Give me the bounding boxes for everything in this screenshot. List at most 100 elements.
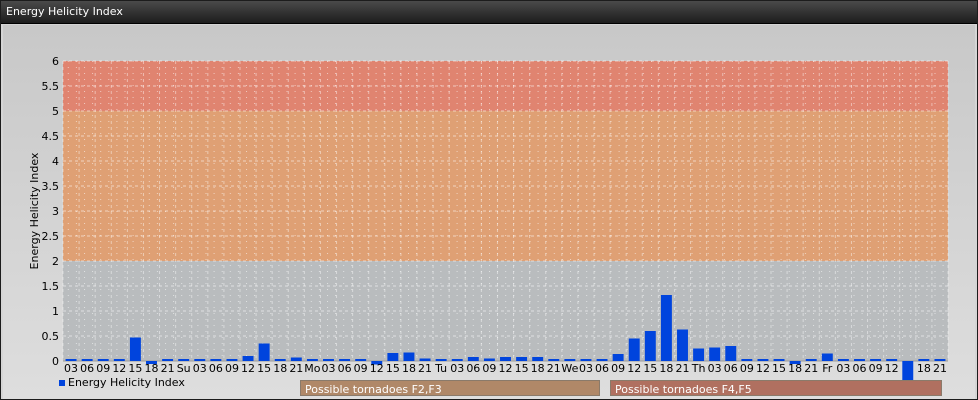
band-f4-f5-label: Possible tornadoes F4,F5 <box>615 383 752 396</box>
band-f4-f5: Possible tornadoes F4,F5 <box>610 380 942 396</box>
bar-6 <box>162 359 174 361</box>
bar-37 <box>660 295 672 361</box>
window-title: Energy Helicity Index <box>6 5 123 18</box>
x-tick-44: 15 <box>772 362 786 375</box>
bar-27 <box>500 357 511 361</box>
bar-25 <box>467 357 479 361</box>
x-tick-32: 03 <box>579 362 593 375</box>
x-tick-49: 06 <box>853 362 867 375</box>
legend[interactable]: Energy Helicity Index <box>59 376 185 389</box>
ehi-chart: 00.511.522.533.544.555.56 03 06 09 12 15 18 21… <box>28 55 949 384</box>
x-tick-0: 03 <box>64 362 78 375</box>
title-bar: Energy Helicity Index <box>1 1 977 24</box>
x-tick-48: 03 <box>836 362 850 375</box>
x-tick-33: 06 <box>595 362 609 375</box>
bar-7 <box>178 359 190 361</box>
bar-21 <box>403 352 415 361</box>
x-tick-17: 06 <box>338 362 352 375</box>
bar-54 <box>934 359 946 361</box>
bar-32 <box>580 359 592 361</box>
bar-4 <box>129 337 141 361</box>
y-tick-4: 2 <box>52 255 59 268</box>
bar-39 <box>693 348 705 361</box>
x-tick-26: 09 <box>482 362 496 375</box>
y-axis-label: Energy Helicity Index <box>28 152 41 269</box>
bar-10 <box>226 359 238 361</box>
bar-3 <box>113 359 125 361</box>
bar-41 <box>725 346 737 361</box>
y-tick-12: 6 <box>52 55 59 68</box>
bar-18 <box>355 359 367 361</box>
bar-26 <box>483 358 495 361</box>
x-tick-21: 18 <box>402 362 416 375</box>
bar-8 <box>194 359 206 361</box>
x-tick-35: 12 <box>627 362 641 375</box>
x-tick-28: 15 <box>515 362 529 375</box>
x-tick-34: 09 <box>611 362 625 375</box>
x-tick-53: 18 <box>917 362 931 375</box>
x-tick-29: 18 <box>531 362 545 375</box>
x-tick-4: 15 <box>128 362 142 375</box>
bar-23 <box>435 359 447 361</box>
x-tick-20: 15 <box>386 362 400 375</box>
x-tick-25: 06 <box>466 362 480 375</box>
x-tick-39: Th <box>691 362 706 375</box>
bar-9 <box>210 359 222 361</box>
y-tick-5: 2.5 <box>42 230 60 243</box>
bar-20 <box>387 353 399 361</box>
band-f2-f3: Possible tornadoes F2,F3 <box>300 380 600 396</box>
x-tick-2: 09 <box>96 362 110 375</box>
band-f2-f3-label: Possible tornadoes F2,F3 <box>305 383 442 396</box>
x-tick-6: 21 <box>161 362 175 375</box>
bar-43 <box>757 359 769 361</box>
x-tick-31: We <box>561 362 578 375</box>
bar-36 <box>644 331 656 361</box>
bar-38 <box>677 329 688 361</box>
y-tick-10: 5 <box>52 105 59 118</box>
x-tick-51: 12 <box>885 362 899 375</box>
x-tick-14: 21 <box>289 362 303 375</box>
y-tick-1: 0.5 <box>42 330 60 343</box>
y-tick-11: 5.5 <box>42 80 60 93</box>
bar-1 <box>81 359 93 361</box>
bar-49 <box>854 359 865 361</box>
y-tick-9: 4.5 <box>42 130 60 143</box>
bar-51 <box>886 359 898 361</box>
x-tick-22: 21 <box>418 362 432 375</box>
bar-0 <box>65 359 77 361</box>
bar-50 <box>870 359 882 361</box>
y-tick-7: 3.5 <box>42 180 60 193</box>
y-tick-2: 1 <box>52 305 59 318</box>
bar-48 <box>837 359 849 361</box>
legend-label: Energy Helicity Index <box>68 376 185 389</box>
x-tick-19: 12 <box>370 362 384 375</box>
bar-42 <box>741 359 753 361</box>
x-tick-30: 21 <box>547 362 561 375</box>
x-tick-12: 15 <box>257 362 271 375</box>
bar-11 <box>242 356 254 361</box>
bar-34 <box>612 354 624 361</box>
bar-28 <box>516 357 528 361</box>
x-tick-54: 21 <box>933 362 947 375</box>
bar-15 <box>306 359 318 361</box>
x-tick-15: Mo <box>304 362 320 375</box>
x-tick-47: Fr <box>822 362 833 375</box>
x-tick-11: 12 <box>241 362 255 375</box>
x-tick-38: 21 <box>676 362 690 375</box>
bar-30 <box>548 359 560 361</box>
x-tick-42: 09 <box>740 362 754 375</box>
bar-13 <box>274 359 286 361</box>
x-tick-13: 18 <box>273 362 287 375</box>
bar-44 <box>773 359 785 361</box>
y-tick-0: 0 <box>52 355 59 368</box>
bar-14 <box>290 357 302 361</box>
x-tick-5: 18 <box>145 362 159 375</box>
x-tick-9: 06 <box>209 362 223 375</box>
bar-16 <box>323 359 334 361</box>
ehi-widget: Energy Helicity Index 0 0.5 1 1.5 2 2.5 3 3.5 4 4… <box>0 0 978 400</box>
x-tick-41: 06 <box>724 362 738 375</box>
bar-24 <box>451 359 463 361</box>
bar-53 <box>918 359 930 361</box>
bar-40 <box>709 347 721 361</box>
y-tick-6: 3 <box>52 205 59 218</box>
